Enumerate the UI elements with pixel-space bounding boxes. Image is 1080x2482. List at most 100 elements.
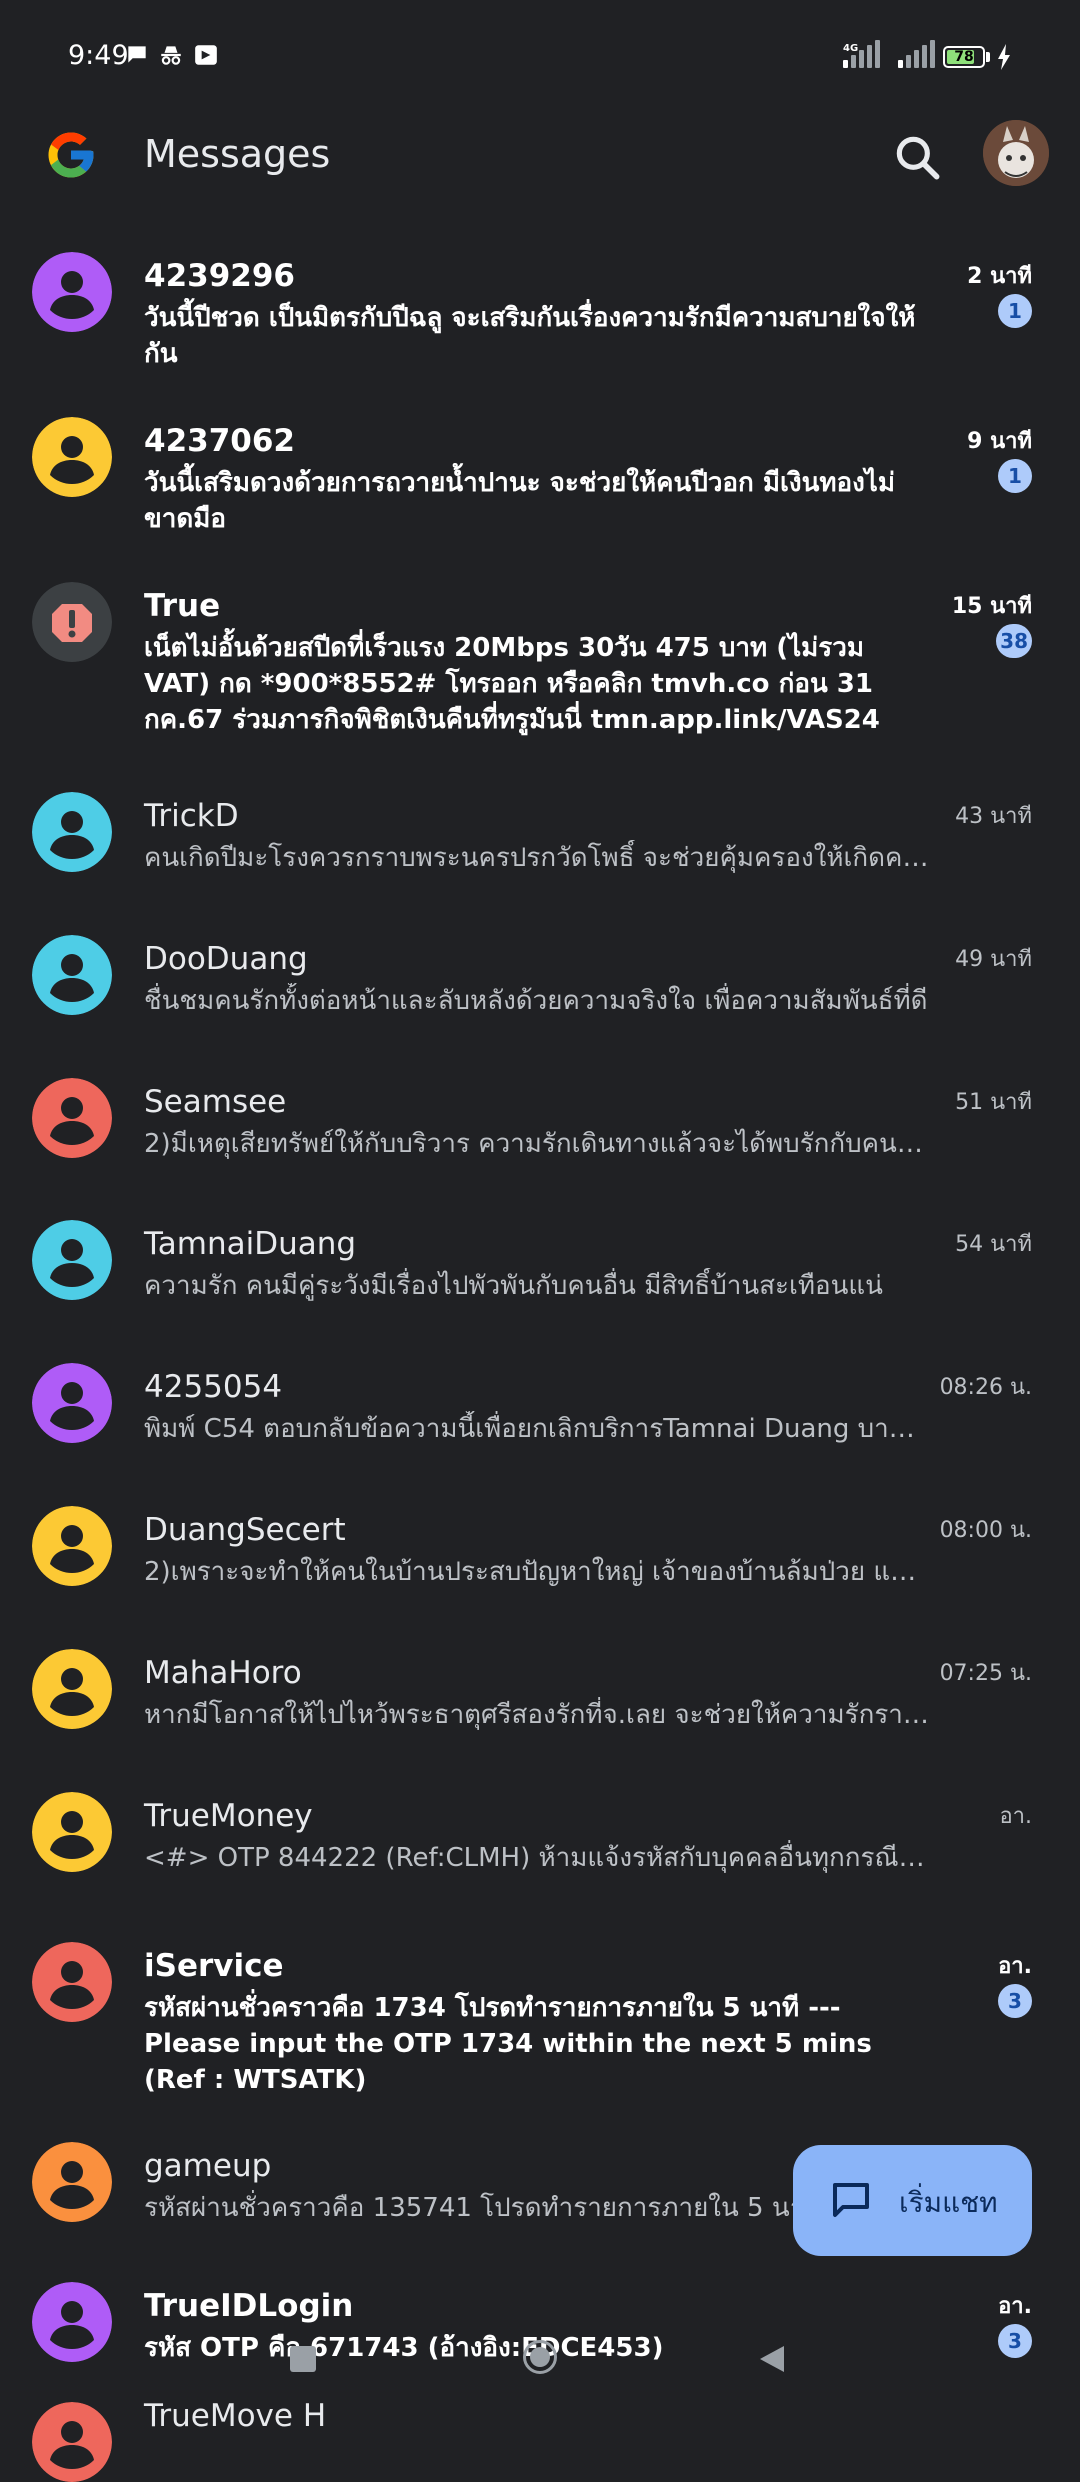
system-navigation-bar xyxy=(0,2320,1080,2400)
conversation-row[interactable]: MahaHoro หากมีโอกาสให้ไปไหว้พระธาตุศรีสอง… xyxy=(0,1619,1080,1762)
screen-cast-icon xyxy=(195,45,217,65)
contact-name: DooDuang xyxy=(144,941,308,977)
message-preview: รหัสผ่านชั่วคราวคือ 1734 โปรดทำรายการภาย… xyxy=(144,1993,872,2095)
person-icon xyxy=(32,1363,112,1443)
unread-count-badge: 1 xyxy=(998,459,1032,493)
message-timestamp: 9 นาที xyxy=(967,429,1032,454)
contact-avatar[interactable] xyxy=(32,252,112,332)
message-preview: ชื่นชมคนรักทั้งต่อหน้าและลับหลังด้วยความ… xyxy=(144,986,928,1016)
app-title: Messages xyxy=(144,132,331,176)
conversation-row[interactable]: DuangSecert 2)เพราะจะทำให้คนในบ้านประสบปั… xyxy=(0,1476,1080,1619)
contact-name: True xyxy=(144,588,221,624)
conversation-row[interactable]: Seamsee 2)มีเหตุเสียทรัพย์ให้กับบริวาร คว… xyxy=(0,1048,1080,1190)
contact-avatar[interactable] xyxy=(32,582,112,662)
contact-avatar[interactable] xyxy=(32,2142,112,2222)
contact-name: TrueMoney xyxy=(144,1798,313,1834)
person-icon xyxy=(32,1506,112,1586)
contact-avatar[interactable] xyxy=(32,1649,112,1729)
contact-name: TamnaiDuang xyxy=(144,1226,357,1262)
contact-name: gameup xyxy=(144,2148,272,2184)
message-timestamp: 2 นาที xyxy=(967,264,1032,289)
conversation-row[interactable]: TrueMoney <#> OTP 844222 (Ref:CLMH) ห้ามแ… xyxy=(0,1762,1080,1912)
signal-strength-icon xyxy=(843,38,883,68)
message-timestamp: อา. xyxy=(998,1954,1032,1979)
home-button[interactable] xyxy=(523,2340,557,2374)
contact-avatar[interactable] xyxy=(32,1363,112,1443)
message-preview: พิมพ์ C54 ตอบกลับข้อความนี้เพื่อยกเลิกบร… xyxy=(144,1414,929,1444)
contact-avatar[interactable] xyxy=(32,1220,112,1300)
contact-avatar[interactable] xyxy=(32,792,112,872)
battery-cap xyxy=(986,52,990,62)
contact-avatar[interactable] xyxy=(32,2402,112,2482)
chat-notification-icon xyxy=(128,46,146,63)
conversation-row[interactable]: iService รหัสผ่านชั่วคราวคือ 1734 โปรดทำร… xyxy=(0,1912,1080,2112)
status-bar: 9:49 4G 78 xyxy=(0,0,1080,110)
message-preview: เน็ตไม่อั้นด้วยสปีดที่เร็วแรง 20Mbps 30ว… xyxy=(144,633,880,735)
app-bar: Messages xyxy=(0,110,1080,210)
message-timestamp: 08:00 น. xyxy=(939,1518,1032,1543)
message-timestamp: 15 นาที xyxy=(951,594,1032,619)
person-icon xyxy=(32,1942,112,2022)
recent-apps-button[interactable] xyxy=(290,2346,316,2372)
conversation-row[interactable]: TrickD คนเกิดปีมะโรงควรกราบพระนครปรกวัดโพ… xyxy=(0,762,1080,905)
message-timestamp: อา. xyxy=(999,1804,1032,1829)
message-preview: <#> OTP 844222 (Ref:CLMH) ห้ามแจ้งรหัสกั… xyxy=(144,1843,929,1873)
contact-avatar[interactable] xyxy=(32,935,112,1015)
conversation-row[interactable]: TamnaiDuang ความรัก คนมีคู่ระวังมีเรื่องไ… xyxy=(0,1190,1080,1333)
contact-name: MahaHoro xyxy=(144,1655,302,1691)
message-timestamp: 08:26 น. xyxy=(939,1375,1032,1400)
message-preview: หากมีโอกาสให้ไปไหว้พระธาตุศรีสองรักที่จ.… xyxy=(144,1700,929,1730)
person-icon xyxy=(32,252,112,332)
conversation-row[interactable]: 4237062 วันนี้เสริมดวงด้วยการถวายน้ำปานะ … xyxy=(0,387,1080,552)
message-timestamp: 43 นาที xyxy=(955,804,1032,829)
battery-icon: 78 xyxy=(943,46,985,68)
incognito-icon xyxy=(161,46,181,65)
contact-name: TrueMove H xyxy=(144,2398,327,2434)
message-timestamp: 54 นาที xyxy=(955,1232,1032,1257)
alert-icon xyxy=(32,582,112,662)
search-icon[interactable] xyxy=(890,130,946,186)
back-button[interactable] xyxy=(758,2344,786,2374)
start-chat-button[interactable]: เริ่มแชท xyxy=(793,2145,1032,2256)
message-preview: วันนี้ปีชวด เป็นมิตรกับปีฉลู จะเสริมกันเ… xyxy=(144,303,916,369)
person-icon xyxy=(32,417,112,497)
conversation-row[interactable]: 4255054 พิมพ์ C54 ตอบกลับข้อความนี้เพื่อย… xyxy=(0,1333,1080,1476)
contact-name: 4255054 xyxy=(144,1369,283,1405)
conversation-row[interactable]: 4239296 วันนี้ปีชวด เป็นมิตรกับปีฉลู จะเส… xyxy=(0,222,1080,387)
contact-name: DuangSecert xyxy=(144,1512,346,1548)
message-preview: คนเกิดปีมะโรงควรกราบพระนครปรกวัดโพธิ์ จะ… xyxy=(144,843,929,873)
contact-name: Seamsee xyxy=(144,1084,287,1120)
message-timestamp: 07:25 น. xyxy=(939,1661,1032,1686)
battery-level: 78 xyxy=(954,49,974,65)
contact-avatar[interactable] xyxy=(32,1792,112,1872)
message-timestamp: 49 นาที xyxy=(955,947,1032,972)
message-preview: วันนี้เสริมดวงด้วยการถวายน้ำปานะ จะช่วยใ… xyxy=(144,468,896,534)
contact-avatar[interactable] xyxy=(32,1506,112,1586)
charging-icon xyxy=(998,44,1010,70)
status-time: 9:49 xyxy=(68,40,129,71)
contact-avatar[interactable] xyxy=(32,1942,112,2022)
contact-avatar[interactable] xyxy=(32,1078,112,1158)
contact-name: iService xyxy=(144,1948,284,1984)
message-timestamp: อา. xyxy=(998,2294,1032,2319)
person-icon xyxy=(32,792,112,872)
contact-name: TrickD xyxy=(144,798,239,834)
person-icon xyxy=(32,2142,112,2222)
unread-count-badge: 1 xyxy=(998,294,1032,328)
conversation-row[interactable]: True เน็ตไม่อั้นด้วยสปีดที่เร็วแรง 20Mbps… xyxy=(0,552,1080,762)
message-preview: 2)เพราะจะทำให้คนในบ้านประสบปัญหาใหญ่ เจ้… xyxy=(144,1557,929,1587)
contact-name: 4239296 xyxy=(144,258,295,294)
contact-avatar[interactable] xyxy=(32,417,112,497)
profile-picture-icon xyxy=(983,120,1049,186)
unread-count-badge: 3 xyxy=(998,1984,1032,2018)
person-icon xyxy=(32,1078,112,1158)
account-avatar[interactable] xyxy=(983,120,1049,186)
person-icon xyxy=(32,935,112,1015)
person-icon xyxy=(32,1220,112,1300)
signal-strength-2-icon xyxy=(898,38,938,68)
conversation-row[interactable]: DooDuang ชื่นชมคนรักทั้งต่อหน้าและลับหลัง… xyxy=(0,905,1080,1048)
google-logo-icon xyxy=(48,132,94,178)
contact-name: 4237062 xyxy=(144,423,295,459)
message-preview: ความรัก คนมีคู่ระวังมีเรื่องไปพัวพันกับค… xyxy=(144,1271,883,1301)
person-icon xyxy=(32,2402,112,2482)
